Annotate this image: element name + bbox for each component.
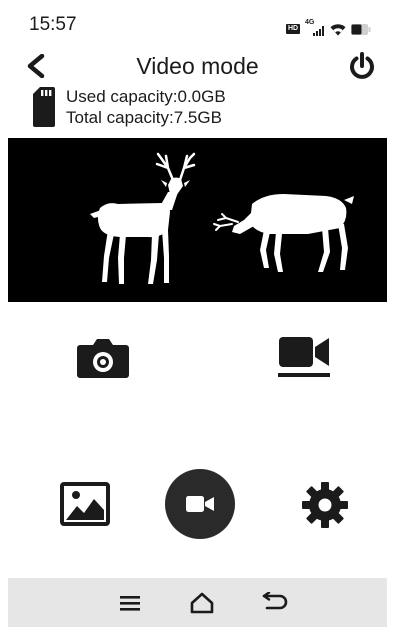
- image-gallery-icon: [60, 482, 110, 526]
- camera-icon: [77, 339, 129, 378]
- menu-icon: [120, 596, 140, 611]
- record-video-icon: [186, 496, 214, 512]
- storage-info: Used capacity:0.0GB Total capacity:7.5GB: [32, 84, 226, 130]
- home-icon: [190, 592, 214, 614]
- video-mode-button[interactable]: [271, 333, 337, 389]
- deer-stag-silhouette: [90, 152, 196, 284]
- menu-button[interactable]: [112, 586, 148, 620]
- settings-button[interactable]: [298, 478, 352, 532]
- status-icons: HD 4G: [286, 19, 371, 37]
- return-icon: [262, 592, 288, 610]
- capacity-text: Used capacity:0.0GB Total capacity:7.5GB: [66, 86, 226, 128]
- status-time: 15:57: [29, 14, 77, 35]
- gear-icon: [302, 482, 348, 528]
- video-camera-icon: [279, 337, 329, 367]
- gallery-button[interactable]: [58, 479, 112, 529]
- total-capacity: Total capacity:7.5GB: [66, 108, 222, 127]
- selected-mode-indicator: [278, 373, 330, 377]
- photo-mode-button[interactable]: [70, 333, 136, 383]
- deer-grazing-silhouette: [213, 194, 354, 272]
- record-button[interactable]: [165, 469, 235, 539]
- power-button[interactable]: [345, 49, 379, 83]
- hd-voice-icon: HD: [286, 24, 300, 34]
- sd-card-icon: [33, 87, 55, 127]
- page-title: Video mode: [136, 53, 259, 79]
- network-type-label: 4G: [305, 19, 315, 26]
- power-icon: [350, 52, 374, 79]
- signal-icon: 4G: [305, 19, 325, 36]
- system-back-button[interactable]: [256, 586, 292, 620]
- app-screen: 15:57 HD 4G Video mode Used capacity:0.0…: [0, 0, 395, 627]
- camera-preview[interactable]: [8, 138, 387, 302]
- header: Video mode: [0, 46, 395, 86]
- status-bar: 15:57 HD 4G: [0, 0, 395, 40]
- home-button[interactable]: [184, 586, 220, 620]
- used-capacity: Used capacity:0.0GB: [66, 87, 226, 106]
- battery-icon: [351, 23, 371, 35]
- system-nav-bar: [8, 578, 387, 627]
- wifi-icon: [330, 23, 346, 35]
